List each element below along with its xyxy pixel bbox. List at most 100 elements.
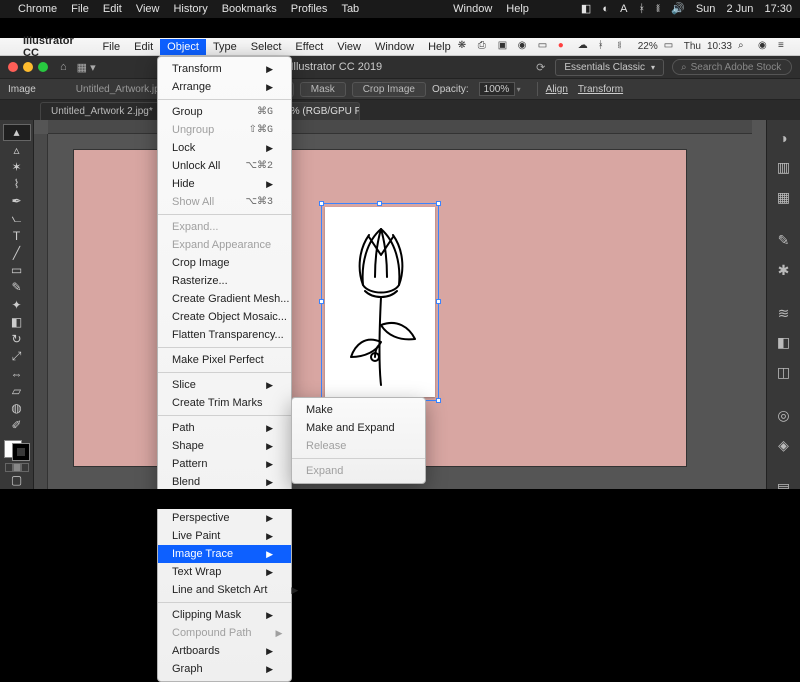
magic-wand-tool[interactable]: ✶ (3, 159, 31, 175)
close-icon[interactable] (8, 62, 18, 72)
direct-selection-tool[interactable]: ▵ (3, 142, 31, 158)
menu-item[interactable]: Path▶ (158, 419, 291, 437)
menubar-item[interactable]: Chrome (18, 3, 57, 15)
ruler-horizontal[interactable] (48, 120, 752, 134)
width-tool[interactable]: ⇔ (3, 365, 31, 381)
menu-item[interactable]: Text Wrap▶ (158, 563, 291, 581)
rotate-tool[interactable]: ↻ (3, 331, 31, 347)
rectangle-tool[interactable]: ▭ (3, 262, 31, 278)
lasso-tool[interactable]: ⌇ (3, 176, 31, 192)
menu-item[interactable]: Pattern▶ (158, 455, 291, 473)
menu-item[interactable]: Create Gradient Mesh... (158, 290, 291, 308)
menu-item[interactable]: Hide▶ (158, 175, 291, 193)
display-icon[interactable]: ▣ (498, 40, 512, 54)
home-icon[interactable]: ⌂ (60, 61, 67, 73)
ruler-vertical[interactable] (34, 134, 48, 492)
selection-tool[interactable]: ▴ (3, 124, 31, 141)
menu-select[interactable]: Select (244, 39, 289, 55)
menu-item[interactable]: Graph▶ (158, 660, 291, 678)
appearance-panel-icon[interactable]: ◎ (771, 404, 797, 428)
menubar-item[interactable]: Bookmarks (222, 3, 277, 15)
transparency-panel-icon[interactable]: ◫ (771, 361, 797, 385)
menu-object[interactable]: Object (160, 39, 206, 55)
menu-item[interactable]: Shape▶ (158, 437, 291, 455)
symbols-panel-icon[interactable]: ✱ (771, 258, 797, 282)
user-icon[interactable]: ◉ (758, 40, 772, 54)
menubar-item[interactable]: Tab (341, 3, 359, 15)
menu-item[interactable]: Perspective▶ (158, 509, 291, 527)
menu-item[interactable]: Make (292, 401, 425, 419)
scale-tool[interactable]: ⤢ (3, 348, 31, 364)
color-mode-mini[interactable] (5, 463, 29, 471)
brushes-panel-icon[interactable]: ✎ (771, 228, 797, 252)
menu-window[interactable]: Window (368, 39, 421, 55)
menu-item[interactable]: Crop Image (158, 254, 291, 272)
menu-item[interactable]: Group⌘G (158, 103, 291, 121)
chevron-down-icon[interactable]: ▾ (517, 85, 521, 94)
type-tool[interactable]: T (3, 228, 31, 244)
color-panel-icon[interactable]: ▥ (771, 156, 797, 180)
menu-effect[interactable]: Effect (288, 39, 330, 55)
workspace-switcher[interactable]: Essentials Classic▾ (555, 59, 664, 76)
notification-icon[interactable]: ≡ (778, 40, 792, 54)
align-panel-link[interactable]: Align (546, 84, 568, 95)
shape-builder-tool[interactable]: ◍ (3, 400, 31, 416)
menu-file[interactable]: File (95, 39, 127, 55)
menubar-item[interactable]: Help (506, 3, 529, 15)
menu-item[interactable]: Slice▶ (158, 376, 291, 394)
menu-item[interactable]: Live Paint▶ (158, 527, 291, 545)
stroke-panel-icon[interactable]: ≋ (771, 301, 797, 325)
menu-item[interactable]: Make Pixel Perfect (158, 351, 291, 369)
cloud-icon[interactable]: ☁ (578, 40, 592, 54)
menu-help[interactable]: Help (421, 39, 458, 55)
menubar-item[interactable]: History (173, 3, 207, 15)
menu-item[interactable]: Clipping Mask▶ (158, 606, 291, 624)
selection-bounding-box[interactable] (321, 203, 439, 401)
printer-icon[interactable]: ⎙ (478, 40, 492, 54)
camera-icon[interactable]: ◉ (518, 40, 532, 54)
menubar-item[interactable]: Edit (103, 3, 122, 15)
mask-button[interactable]: Mask (300, 82, 346, 97)
properties-panel-icon[interactable]: ◑ (771, 126, 797, 150)
menu-item[interactable]: Arrange▶ (158, 78, 291, 96)
wifi-icon[interactable]: ⧛ (618, 40, 632, 54)
graphic-styles-panel-icon[interactable]: ◈ (771, 433, 797, 457)
menubar-item[interactable]: Profiles (291, 3, 328, 15)
menubar-item[interactable]: File (71, 3, 89, 15)
opacity-input[interactable]: 100% (479, 82, 515, 96)
menu-type[interactable]: Type (206, 39, 244, 55)
sync-icon[interactable]: ⟳ (536, 61, 545, 74)
eraser-tool[interactable]: ◧ (3, 314, 31, 330)
tv-icon[interactable]: ▭ (538, 40, 552, 54)
menu-illustrator[interactable]: Illustrator CC (16, 33, 95, 61)
line-tool[interactable]: ╱ (3, 245, 31, 261)
menu-item[interactable]: Line and Sketch Art▶ (158, 581, 291, 599)
menu-item[interactable]: Make and Expand (292, 419, 425, 437)
swatches-panel-icon[interactable]: ▦ (771, 186, 797, 210)
screen-mode[interactable]: ▢ (3, 472, 31, 488)
pen-tool[interactable]: ✒ (3, 193, 31, 209)
menu-item[interactable]: Create Trim Marks (158, 394, 291, 412)
search-icon[interactable]: ⌕ (738, 40, 752, 54)
paintbrush-tool[interactable]: ✎ (3, 279, 31, 295)
menu-edit[interactable]: Edit (127, 39, 160, 55)
stroke-color[interactable] (12, 443, 30, 461)
menu-item[interactable]: Transform▶ (158, 60, 291, 78)
rec-icon[interactable]: ● (558, 40, 572, 54)
free-transform-tool[interactable]: ▱ (3, 383, 31, 399)
panel-icon[interactable]: ▦ ▾ (77, 61, 96, 74)
crop-image-button[interactable]: Crop Image (352, 82, 426, 97)
menu-item[interactable]: Image Trace▶ (158, 545, 291, 563)
curvature-tool[interactable]: ⦦ (3, 210, 31, 226)
bluetooth-icon[interactable]: ᚼ (598, 40, 612, 54)
zoom-icon[interactable] (38, 62, 48, 72)
linked-file-label[interactable]: Untitled_Artwork.jpg (76, 84, 165, 95)
menubar-item[interactable]: Window (453, 3, 492, 15)
menu-item[interactable]: Create Object Mosaic... (158, 308, 291, 326)
menu-view[interactable]: View (330, 39, 368, 55)
transform-panel-link[interactable]: Transform (578, 84, 623, 95)
menu-item[interactable]: Unlock All⌥⌘2 (158, 157, 291, 175)
gradient-panel-icon[interactable]: ◧ (771, 331, 797, 355)
menu-item[interactable]: Flatten Transparency... (158, 326, 291, 344)
minimize-icon[interactable] (23, 62, 33, 72)
